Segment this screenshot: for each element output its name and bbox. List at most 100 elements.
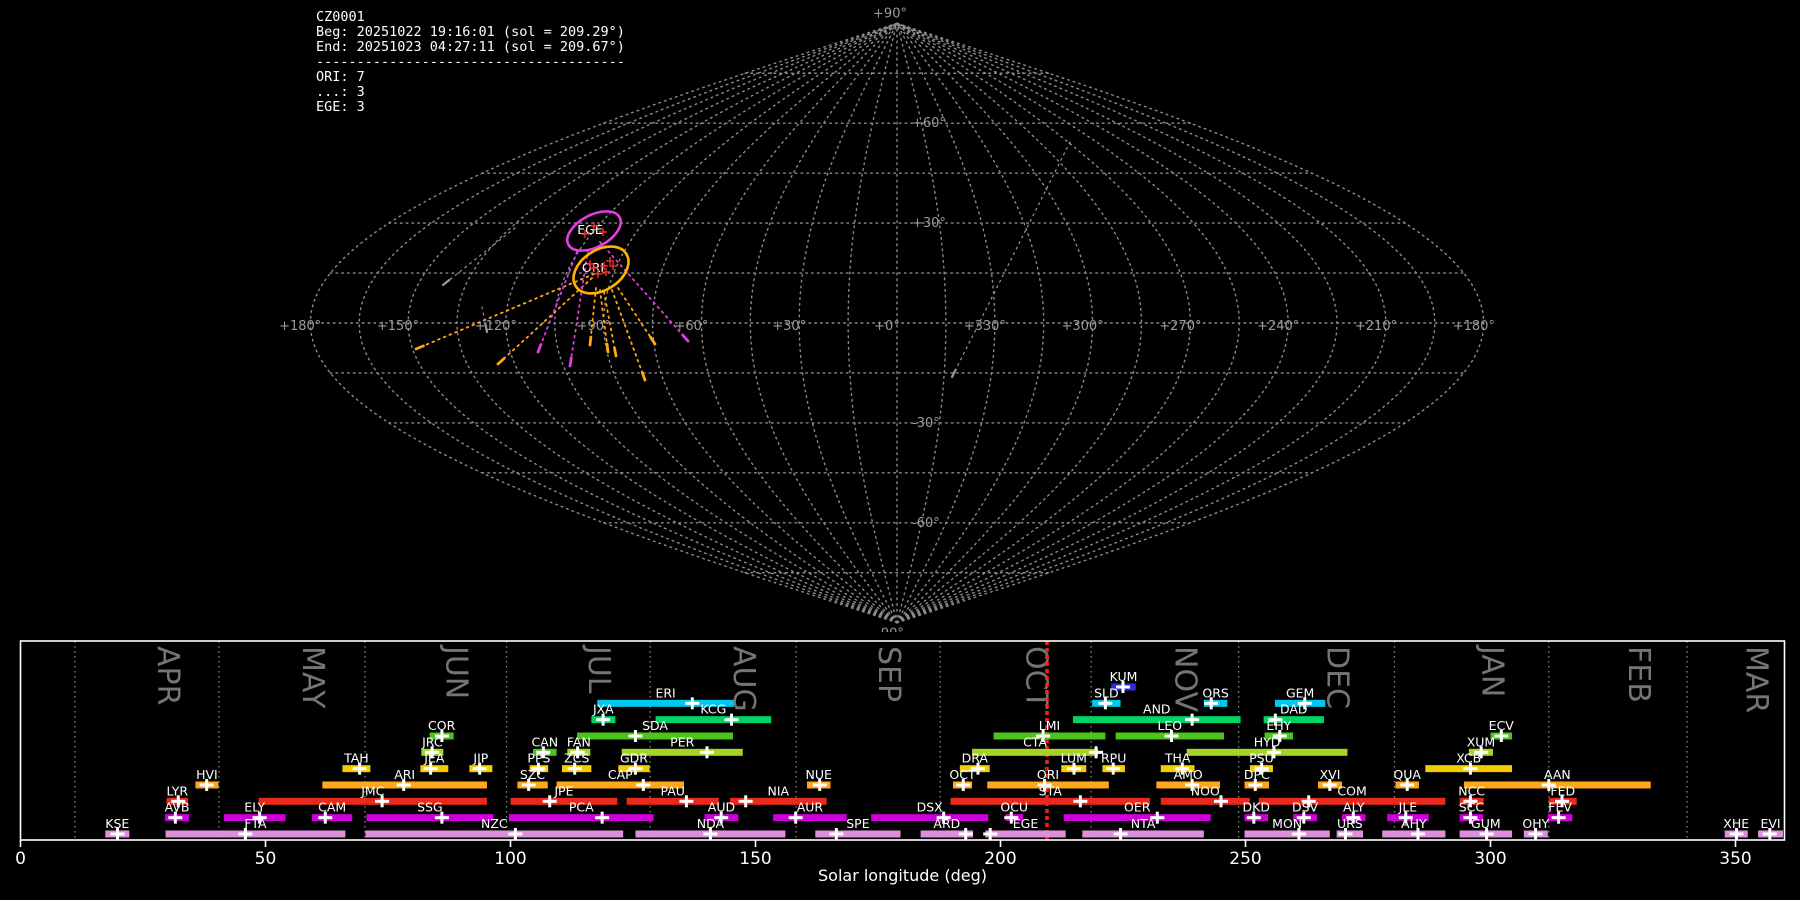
activity-bar: [950, 797, 1150, 805]
shower-code-label: PER: [670, 734, 694, 749]
shower-code-label: ELY: [244, 800, 265, 815]
activity-bar: [509, 814, 654, 822]
shower-code-label: SPE: [846, 816, 869, 831]
info-line-5: ...: 3: [316, 84, 365, 100]
activity-bar: [510, 797, 618, 805]
shower-avb: AVB: [165, 800, 190, 824]
shower-hvi: HVI: [195, 767, 219, 791]
x-tick-label: 250: [1229, 849, 1261, 869]
month-label-may: MAY: [295, 646, 330, 709]
shower-jip: JIP: [469, 751, 493, 775]
info-line-0: CZ0001: [316, 9, 365, 25]
shower-zcs: ZCS: [561, 751, 592, 775]
shower-ege: EGE: [983, 816, 1066, 840]
activity-bar: [773, 814, 847, 822]
shower-code-label: ORI: [1037, 767, 1059, 782]
shower-code-label: HYD: [1254, 734, 1281, 749]
x-axis-title: Solar longitude (deg): [818, 866, 987, 885]
month-label-jul: JUL: [581, 644, 616, 694]
shower-code-label: NZC: [481, 816, 508, 831]
shower-code-label: KCG: [700, 702, 726, 717]
month-label-jun: JUN: [439, 644, 474, 699]
shower-ohy: OHY: [1522, 816, 1550, 840]
shower-code-label: TAH: [343, 751, 369, 766]
shower-dpc: DPC: [1244, 767, 1270, 791]
shower-ors: ORS: [1202, 685, 1229, 710]
shower-code-label: URS: [1337, 816, 1363, 831]
shower-code-label: SSG: [417, 800, 443, 815]
activity-bar: [626, 797, 719, 805]
x-tick-label: 100: [494, 849, 526, 869]
shower-code-label: PAU: [660, 783, 684, 798]
shower-code-label: FEV: [1548, 800, 1572, 815]
month-label-sep: SEP: [871, 646, 906, 702]
x-axis: 0 50 100 150 200 250 300 350 Solar longitude (de…: [15, 840, 1752, 885]
info-line-1: Beg: 20251022 19:16:01 (sol = 209.29°): [316, 24, 625, 40]
shower-code-label: ZCS: [564, 751, 589, 766]
activity-bar: [871, 814, 989, 822]
activity-bar: [258, 797, 487, 805]
shower-code-label: JEA: [423, 751, 445, 766]
shower-code-label: NTA: [1131, 816, 1156, 831]
shower-code-label: AUR: [797, 800, 824, 815]
shower-code-label: COM: [1337, 783, 1366, 798]
shower-code-label: DKD: [1243, 800, 1270, 815]
shower-code-label: OER: [1124, 800, 1151, 815]
shower-jea: JEA: [420, 751, 449, 775]
activity-bar: [165, 830, 346, 838]
month-label-feb: FEB: [1621, 646, 1656, 703]
shower-qua: QUA: [1393, 767, 1421, 791]
shower-sta: STA: [950, 783, 1150, 808]
info-line-4: ORI: 7: [316, 69, 365, 85]
shower-code-label: EGE: [1013, 816, 1039, 831]
x-tick-label: 350: [1719, 849, 1751, 869]
shower-activity-timeline: APR MAY JUN JUL AUG SEP OCT NOV DEC JAN FEB MARKUME…: [15, 640, 1786, 885]
info-line-2: End: 20251023 04:27:11 (sol = 209.67°): [316, 39, 625, 55]
activity-bar: [366, 814, 494, 822]
activity-bar: [985, 830, 1066, 838]
shower-code-label: THA: [1164, 751, 1191, 766]
shower-xhe: XHE: [1723, 816, 1749, 840]
shower-code-label: AMO: [1174, 767, 1203, 782]
shower-code-label: PCA: [569, 800, 594, 815]
shower-xcb: XCB: [1425, 751, 1513, 775]
shower-jxa: JXA: [591, 702, 616, 726]
app-root: +180° +150° +120° +90° +60° +30° +0° +330° +300°…: [0, 0, 1800, 900]
x-tick-label: 300: [1474, 849, 1506, 869]
shower-code-label: SDA: [642, 718, 668, 733]
shower-dkd: DKD: [1243, 800, 1270, 824]
shower-code-label: SZC: [520, 767, 545, 782]
shower-bars: KUMERI SLD ORS GEMJXA KCG AND DADCOR SDA LMI LEO E…: [105, 669, 1784, 840]
shower-nda: NDA: [635, 816, 786, 840]
shower-lum: LUM: [1061, 751, 1087, 775]
shower-code-label: LEO: [1157, 718, 1182, 733]
shower-code-label: DSX: [917, 800, 944, 815]
shower-code-label: AHY: [1401, 816, 1427, 831]
shower-evi: EVI: [1758, 816, 1784, 840]
shower-rpu: RPU: [1101, 751, 1126, 775]
shower-code-label: STA: [1039, 783, 1063, 798]
shower-code-label: CAM: [318, 800, 346, 815]
shower-code-label: GEM: [1286, 685, 1314, 700]
shower-code-label: CTA: [1023, 734, 1047, 749]
shower-code-label: DPC: [1244, 767, 1270, 782]
shower-code-label: AND: [1143, 702, 1171, 717]
shower-nue: NUE: [806, 767, 832, 791]
shower-code-label: FTA: [244, 816, 267, 831]
activity-bar: [365, 830, 624, 838]
shower-kse: KSE: [105, 816, 129, 840]
activity-bar: [1160, 797, 1250, 805]
x-tick-label: 50: [255, 849, 277, 869]
shower-code-label: DRA: [962, 751, 989, 766]
observation-info-block: CZ0001 Beg: 20251022 19:16:01 (sol = 209.…: [316, 10, 625, 115]
shower-code-label: NIA: [767, 783, 789, 798]
shower-oct: OCT: [949, 767, 976, 791]
activity-bar: [577, 732, 733, 740]
shower-tah: TAH: [342, 751, 371, 775]
shower-code-label: ORS: [1202, 685, 1229, 700]
shower-code-label: XCB: [1456, 751, 1481, 766]
month-label-apr: APR: [150, 646, 185, 705]
x-tick-label: 200: [984, 849, 1016, 869]
shower-code-label: JPE: [553, 783, 573, 798]
info-line-6: EGE: 3: [316, 99, 365, 115]
